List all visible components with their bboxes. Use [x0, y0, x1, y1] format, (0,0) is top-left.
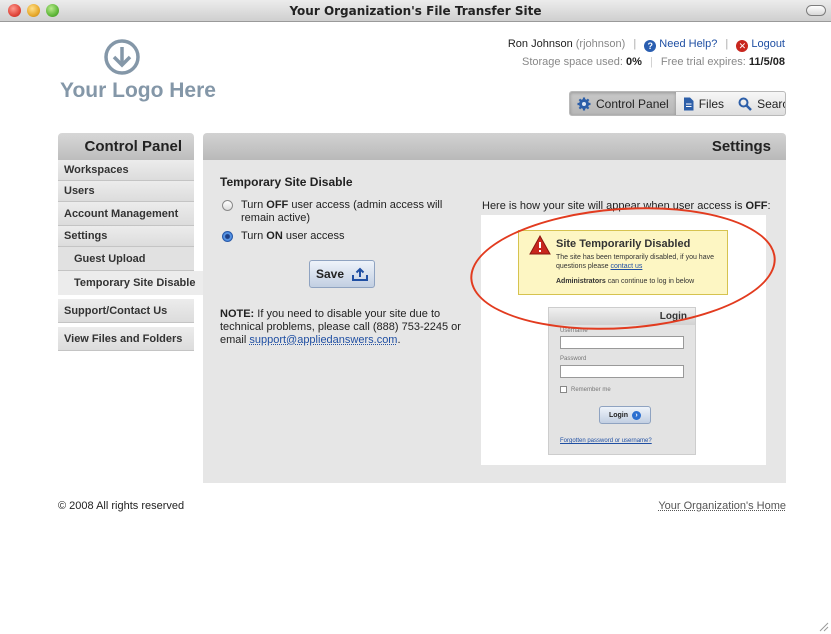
save-icon: [352, 267, 369, 281]
forgot-password-link[interactable]: Forgotten password or username?: [560, 438, 652, 444]
settings-panel: Temporary Site Disable Turn OFF user acc…: [203, 160, 786, 483]
user-username: (rjohnson): [575, 38, 626, 50]
remember-me-label: Remember me: [571, 386, 611, 393]
help-icon: ?: [644, 40, 657, 52]
remember-me-checkbox[interactable]: Remember me: [560, 386, 611, 393]
save-button-label: Save: [315, 267, 345, 281]
option-turn-off-label: Turn OFF user access (admin access will …: [241, 199, 443, 224]
copyright-text: © 2008 All rights reserved: [58, 500, 185, 512]
user-info-bar: Ron Johnson (rjohnson) | ? Need Help? | ✕…: [507, 38, 785, 52]
nav-files[interactable]: Files: [676, 92, 731, 115]
logout-icon: ✕: [736, 40, 749, 52]
sidebar-item-guest-upload[interactable]: Guest Upload: [58, 247, 194, 271]
gear-icon: [577, 97, 591, 110]
sidebar: Workspaces Users Account Management Sett…: [58, 160, 203, 351]
option-turn-on-label: Turn ON user access: [241, 230, 345, 242]
section-title: Temporary Site Disable: [220, 175, 353, 189]
login-panel: Login Username Password Remember me Logi…: [548, 307, 696, 455]
preview-caption: Here is how your site will appear when u…: [482, 200, 771, 212]
file-icon: [683, 97, 694, 110]
logo-text: Your Logo Here: [60, 79, 216, 102]
support-email-link[interactable]: support@appliedanswers.com: [249, 334, 397, 346]
password-label: Password: [560, 356, 587, 362]
trial-label: Free trial expires:: [660, 56, 746, 68]
need-help-link[interactable]: Need Help?: [659, 38, 717, 50]
sidebar-item-users[interactable]: Users: [58, 181, 194, 202]
login-button-label: Login: [608, 411, 629, 419]
nav-search[interactable]: Search: [731, 92, 785, 115]
nav-control-panel[interactable]: Control Panel: [570, 92, 676, 115]
radio-turn-on[interactable]: [222, 231, 233, 242]
arrow-right-icon: ›: [632, 410, 642, 420]
sidebar-item-temporary-site-disable[interactable]: Temporary Site Disable: [58, 271, 203, 295]
nav-files-label: Files: [698, 96, 725, 111]
login-title: Login: [549, 308, 695, 325]
save-button[interactable]: Save: [309, 260, 375, 288]
magnifier-icon: [738, 97, 752, 111]
sidebar-item-support-contact[interactable]: Support/Contact Us: [58, 299, 194, 323]
contact-us-link[interactable]: contact us: [610, 263, 642, 270]
storage-value: 0%: [625, 56, 642, 68]
window-titlebar: Your Organization's File Transfer Site: [0, 0, 831, 22]
site-disabled-warning: Site Temporarily Disabled The site has b…: [518, 230, 728, 295]
toolbar-toggle-button[interactable]: [806, 5, 826, 16]
logout-link[interactable]: Logout: [751, 38, 785, 50]
trial-value: 11/5/08: [748, 56, 785, 68]
nav-control-panel-label: Control Panel: [596, 96, 669, 111]
organization-home-link[interactable]: Your Organization's Home: [658, 500, 786, 512]
user-name: Ron Johnson: [507, 38, 573, 50]
storage-label: Storage space used:: [522, 56, 623, 68]
storage-info: Storage space used: 0% | Free trial expi…: [522, 56, 785, 68]
login-button[interactable]: Login ›: [599, 406, 651, 424]
window-title: Your Organization's File Transfer Site: [289, 4, 542, 18]
support-note: NOTE: If you need to disable your site d…: [220, 308, 461, 346]
top-navigation: Control Panel Files Search: [569, 91, 786, 116]
option-turn-on[interactable]: Turn ON user access: [222, 230, 472, 243]
warning-admin-note: Administrators can continue to log in be…: [556, 278, 695, 285]
nav-search-label: Search: [757, 96, 785, 111]
warning-body: The site has been temporarily disabled, …: [556, 254, 714, 270]
sidebar-title: Control Panel: [58, 133, 194, 160]
username-field[interactable]: [560, 336, 684, 349]
sidebar-item-view-files[interactable]: View Files and Folders: [58, 327, 194, 351]
option-turn-off[interactable]: Turn OFF user access (admin access will …: [222, 199, 472, 225]
sidebar-item-settings[interactable]: Settings: [58, 226, 194, 247]
page-title: Settings: [203, 133, 786, 160]
resize-grip-icon[interactable]: [817, 620, 829, 632]
radio-turn-off[interactable]: [222, 200, 233, 211]
password-field[interactable]: [560, 365, 684, 378]
logo-download-icon: [104, 39, 140, 75]
warning-icon: [529, 235, 551, 255]
disabled-site-preview: Site Temporarily Disabled The site has b…: [481, 215, 766, 465]
sidebar-item-workspaces[interactable]: Workspaces: [58, 160, 194, 181]
warning-title: Site Temporarily Disabled: [556, 238, 691, 250]
sidebar-item-account-management[interactable]: Account Management: [58, 202, 194, 226]
username-label: Username: [560, 328, 588, 334]
